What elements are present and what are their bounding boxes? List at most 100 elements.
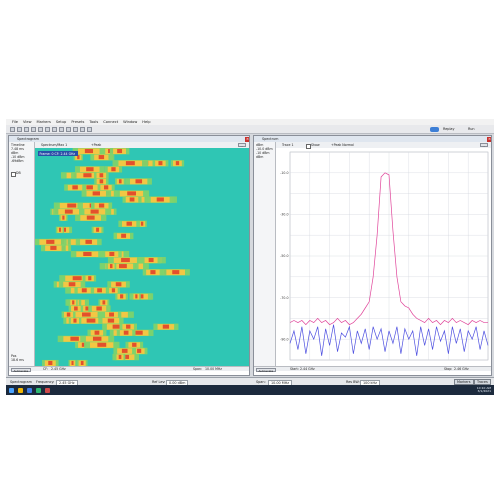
menu-item-setup[interactable]: Setup <box>56 120 66 124</box>
spectrogram-panel: Spectrogram × Timeline 7.48 ms dBm -10 d… <box>8 135 250 376</box>
spectrogram-cell <box>172 270 180 275</box>
spectrogram-cell <box>86 215 95 220</box>
spectrogram-cell <box>90 209 99 214</box>
spectrogram-cell <box>150 270 156 275</box>
y-tick-label: -70.0 <box>280 296 288 300</box>
spectrogram-display[interactable]: Frame: 0 CF: 2.44 GHz <box>35 148 250 366</box>
spectrogram-autoscale-button[interactable]: Autoscale <box>11 367 31 373</box>
spectrogram-cell <box>118 354 122 359</box>
menu-item-view[interactable]: View <box>23 120 32 124</box>
spectrogram-cell <box>92 336 102 341</box>
file-explorer-icon[interactable] <box>18 387 23 393</box>
peak-icon[interactable] <box>66 126 71 132</box>
spectrogram-cell <box>80 360 84 365</box>
spectrogram-cell <box>109 312 114 317</box>
analyzer-window: File View Markers Setup Presets Tools Connect W… <box>6 119 494 395</box>
spectrogram-side-panel: Timeline 7.48 ms dBm -10 dBm -69dBm DB P… <box>9 142 35 371</box>
spectrogram-cell <box>82 312 91 317</box>
spectrogram-cell <box>85 239 92 244</box>
spectrogram-cell <box>71 360 74 365</box>
spectrogram-cell <box>67 203 77 208</box>
spectrogram-cell <box>109 251 115 256</box>
side-label-unit-2: dBm <box>256 155 264 159</box>
spectrogram-cell <box>68 282 76 287</box>
spectrogram-cell <box>127 191 136 196</box>
spectrum-panel: Spectrum × dBm -10.0 dBm -10 dBm dBm Tra… <box>253 135 492 376</box>
spectrogram-cell <box>94 330 100 335</box>
menu-item-markers[interactable]: Markers <box>37 120 51 124</box>
menu-item-tools[interactable]: Tools <box>89 120 98 124</box>
layout-icon[interactable] <box>80 126 85 132</box>
ref-label: Ref Lev: <box>152 379 166 384</box>
spectrogram-cell <box>58 227 62 232</box>
spectrogram-cell <box>48 360 53 365</box>
spectrogram-cell <box>99 173 104 178</box>
close-icon[interactable]: × <box>487 136 491 142</box>
spectrogram-cell <box>121 348 128 353</box>
spectrogram-cell <box>125 161 135 166</box>
spectrogram-cell <box>107 318 115 323</box>
spectrogram-cell <box>135 294 138 299</box>
print-icon[interactable] <box>38 126 43 132</box>
spectrogram-cell <box>72 276 82 281</box>
replay-button[interactable]: Replay <box>443 127 454 132</box>
close-icon[interactable]: × <box>245 136 249 142</box>
spectrogram-cell <box>111 288 116 293</box>
spectrogram-cell <box>86 185 93 190</box>
spectrogram-cell <box>135 179 143 184</box>
run-button[interactable]: Run <box>468 127 475 132</box>
spectrum-options-button[interactable]: ··· <box>480 143 488 148</box>
save-icon[interactable] <box>17 126 22 132</box>
help-icon[interactable] <box>87 126 92 132</box>
menu-item-connect[interactable]: Connect <box>103 120 118 124</box>
spectrogram-cell <box>109 264 113 269</box>
spectrogram-cell <box>66 312 71 317</box>
os-taskbar: 10:10 AM 3/1/2021 <box>6 385 494 395</box>
spectrogram-cell <box>46 239 55 244</box>
spectrum-autoscale-button[interactable]: Autoscale <box>256 367 276 373</box>
spectrogram-cell <box>83 173 92 178</box>
open-icon[interactable] <box>10 126 15 132</box>
spectrogram-cell <box>137 348 142 353</box>
browser-icon[interactable] <box>27 387 32 393</box>
spectrogram-cell <box>99 179 104 184</box>
spectrogram-cell <box>121 233 127 238</box>
taskbar-clock: 10:10 AM 3/1/2021 <box>477 386 491 394</box>
spectrogram-cell <box>97 288 102 293</box>
span-label: Span: <box>256 379 266 384</box>
side-label-range: -69dBm <box>11 159 24 163</box>
zoom-icon[interactable] <box>52 126 57 132</box>
spectrogram-cell <box>102 300 106 305</box>
menu-item-presets[interactable]: Presets <box>71 120 84 124</box>
marker-icon[interactable] <box>59 126 64 132</box>
spectrogram-cell <box>123 330 129 335</box>
spectrogram-cell <box>72 300 75 305</box>
menu-item-window[interactable]: Window <box>123 120 137 124</box>
spectrogram-cell <box>115 282 122 287</box>
spectrogram-cell <box>103 185 109 190</box>
spectrogram-cell <box>158 161 163 166</box>
spectrogram-cell <box>162 324 170 329</box>
start-label: Start: <box>290 367 299 371</box>
menu-item-file[interactable]: File <box>12 120 18 124</box>
copy-icon[interactable] <box>45 126 50 132</box>
spectrogram-cell <box>64 209 73 214</box>
spectrum-chart[interactable]: -10.0 -30.0 -50.0 -70.0 -90.0 <box>276 148 492 366</box>
app-icon[interactable] <box>45 387 50 393</box>
settings-icon[interactable] <box>73 126 78 132</box>
span-label: Span: <box>193 367 203 371</box>
connection-indicator <box>430 127 439 132</box>
menu-item-help[interactable]: Help <box>142 120 150 124</box>
undo-icon[interactable] <box>24 126 29 132</box>
spectrogram-cell <box>96 227 100 232</box>
spectrogram-options-button[interactable]: ··· <box>238 143 246 148</box>
redo-icon[interactable] <box>31 126 36 132</box>
toolbar: Replay Run <box>6 125 494 134</box>
spectrogram-cell <box>129 197 135 202</box>
spectrogram-cell <box>62 215 65 220</box>
y-tick-label: -90.0 <box>280 337 288 341</box>
spectrogram-cell <box>98 155 105 160</box>
app-icon[interactable] <box>36 387 41 393</box>
windows-start-icon[interactable] <box>9 387 14 393</box>
spectrogram-overlay-label: Frame: 0 CF: 2.44 GHz <box>40 152 76 156</box>
